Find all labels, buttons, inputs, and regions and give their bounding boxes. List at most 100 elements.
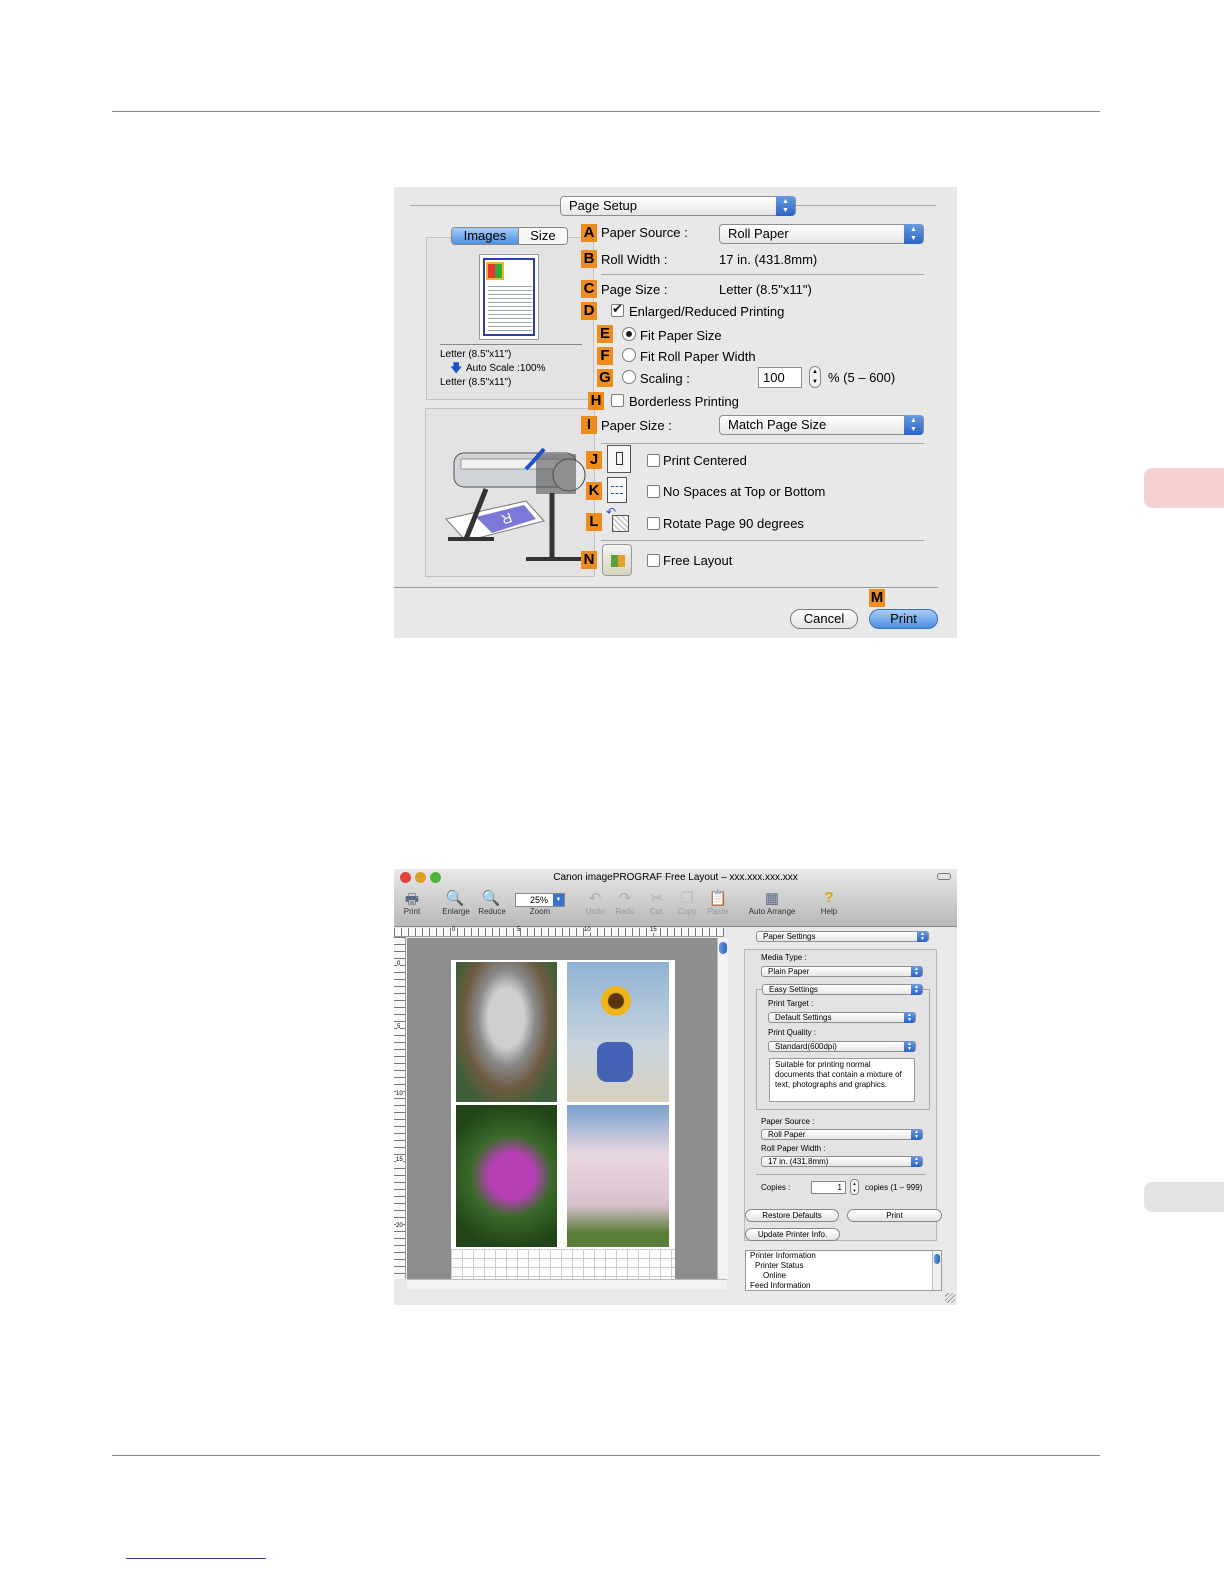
marker-i: I <box>581 416 597 434</box>
free-layout-checkbox[interactable] <box>647 554 660 567</box>
scaling-stepper[interactable]: ▲ ▼ <box>809 366 821 388</box>
no-spaces-checkbox[interactable] <box>647 485 660 498</box>
cancel-button[interactable]: Cancel <box>790 609 858 629</box>
photo-koala[interactable] <box>456 962 557 1102</box>
toolbar-help[interactable]: Help <box>813 907 845 916</box>
page-size-value: Letter (8.5"x11") <box>719 282 812 297</box>
cut-icon[interactable]: ✂ <box>646 889 668 907</box>
copies-range: copies (1 – 999) <box>865 1183 923 1192</box>
tab-size[interactable]: Size <box>518 228 567 244</box>
toolbar-cut[interactable]: Cut <box>640 907 672 916</box>
tab-images[interactable]: Images <box>452 228 519 244</box>
preview-output-line: Letter (8.5"x11") <box>440 377 512 388</box>
scaling-radio[interactable] <box>622 370 636 384</box>
paper-size-select[interactable]: Match Page Size ▲ ▼ <box>719 415 924 435</box>
zoom-dropdown-icon[interactable]: ▼ <box>553 894 564 906</box>
paper-size-select-value: Match Page Size <box>728 417 827 432</box>
print-centered-checkbox[interactable] <box>647 454 660 467</box>
ruler-tick-15: 15 <box>650 927 657 933</box>
info-line: Feed Information <box>750 1281 811 1290</box>
chapter-tab[interactable] <box>1144 468 1224 508</box>
marker-c: C <box>581 280 597 298</box>
free-layout-icon <box>602 544 632 576</box>
photo-flower[interactable] <box>456 1105 557 1247</box>
toolbar-toggle-icon[interactable] <box>937 873 951 880</box>
paste-icon[interactable]: 📋 <box>707 889 729 907</box>
fit-paper-radio[interactable] <box>622 327 636 341</box>
copies-stepper[interactable]: ▲ ▼ <box>850 1179 859 1195</box>
copies-label: Copies : <box>761 1183 791 1192</box>
print-quality-label: Print Quality : <box>768 1028 817 1037</box>
scaling-input[interactable]: 100 <box>758 367 802 388</box>
copy-icon[interactable]: ❐ <box>676 889 698 907</box>
copies-input[interactable]: 1 <box>811 1181 846 1194</box>
marker-e: E <box>597 325 613 343</box>
print-icon[interactable]: 🖶 <box>401 889 423 908</box>
enlarged-checkbox[interactable] <box>611 301 624 317</box>
redo-icon[interactable]: ↷ <box>614 889 636 907</box>
resize-grip-icon[interactable] <box>945 1293 955 1303</box>
print-target-value: Default Settings <box>775 1013 832 1022</box>
marker-g: G <box>597 369 613 387</box>
print-button[interactable]: Print <box>869 609 938 629</box>
horizontal-ruler <box>394 928 724 937</box>
index-tab[interactable] <box>1144 1182 1224 1212</box>
info-scrollbar[interactable] <box>932 1251 941 1290</box>
footer-link[interactable] <box>126 1558 266 1559</box>
undo-icon[interactable]: ↶ <box>584 889 606 907</box>
print-quality-value: Standard(600dpi) <box>775 1042 837 1051</box>
preview-tabs[interactable]: Images Size <box>451 227 568 245</box>
roll-paper-width-label: Roll Paper Width : <box>761 1144 826 1153</box>
scaling-label: Scaling : <box>640 371 690 386</box>
enlarge-icon[interactable]: 🔍 <box>444 889 466 907</box>
toolbar-redo[interactable]: Redo <box>609 907 641 916</box>
fit-paper-label: Fit Paper Size <box>640 328 722 343</box>
printer-info-list: Printer Information Printer Status Onlin… <box>745 1250 942 1291</box>
easy-settings-select[interactable]: Easy Settings ▲ ▼ <box>762 984 923 995</box>
rotate-checkbox[interactable] <box>647 517 660 530</box>
toolbar-print[interactable]: Print <box>396 907 428 916</box>
toolbar-copy[interactable]: Copy <box>671 907 703 916</box>
help-icon[interactable]: ? <box>818 889 840 907</box>
auto-arrange-icon[interactable]: ▦ <box>761 889 783 907</box>
window-title: Canon imagePROGRAF Free Layout – xxx.xxx… <box>553 872 798 883</box>
print-target-select[interactable]: Default Settings ▲ ▼ <box>768 1012 916 1023</box>
panel-select[interactable]: Paper Settings ▲ ▼ <box>756 931 929 942</box>
canvas-horizontal-scrollbar[interactable] <box>407 1279 727 1289</box>
roll-paper-width-select[interactable]: 17 in. (431.8mm) ▲ ▼ <box>761 1156 923 1167</box>
toolbar-zoom[interactable]: Zoom <box>524 907 556 916</box>
fit-roll-radio[interactable] <box>622 348 636 362</box>
print-button-2[interactable]: Print <box>847 1209 942 1222</box>
marker-m: M <box>869 589 885 607</box>
up-down-arrows-icon: ▲ ▼ <box>917 931 928 942</box>
print-quality-select[interactable]: Standard(600dpi) ▲ ▼ <box>768 1041 916 1052</box>
page-size-label: Page Size : <box>601 282 668 297</box>
toolbar-reduce[interactable]: Reduce <box>476 907 508 916</box>
photo-sunflower[interactable] <box>567 962 669 1102</box>
paper-source-select-value: Roll Paper <box>728 226 789 241</box>
media-type-select[interactable]: Plain Paper ▲ ▼ <box>761 966 923 977</box>
zoom-value: 25% <box>529 895 548 905</box>
reduce-icon[interactable]: 🔍 <box>480 889 502 907</box>
photo-cherry-tree[interactable] <box>567 1105 669 1247</box>
up-down-arrows-icon: ▲ ▼ <box>911 1129 922 1140</box>
vruler-tick-5: 5 <box>397 1024 401 1030</box>
toolbar-enlarge[interactable]: Enlarge <box>440 907 472 916</box>
paper-source-select[interactable]: Roll Paper ▲ ▼ <box>719 224 924 244</box>
restore-defaults-button[interactable]: Restore Defaults <box>745 1209 839 1222</box>
page-setup-select-label: Page Setup <box>569 198 637 213</box>
page-setup-select[interactable]: Page Setup ▲ ▼ <box>560 196 796 216</box>
toolbar-paste[interactable]: Paste <box>702 907 734 916</box>
toolbar-undo[interactable]: Undo <box>579 907 611 916</box>
toolbar-auto-arrange[interactable]: Auto Arrange <box>742 907 802 916</box>
paper-source-select-2[interactable]: Roll Paper ▲ ▼ <box>761 1129 923 1140</box>
media-type-label: Media Type : <box>761 953 807 962</box>
info-line: Printer Status <box>755 1261 804 1270</box>
borderless-checkbox[interactable] <box>611 394 624 407</box>
canvas-vertical-scrollbar[interactable] <box>717 938 728 1279</box>
up-down-arrows-icon: ▲ ▼ <box>911 984 922 995</box>
vruler-tick-10: 10 <box>396 1091 403 1097</box>
info-line: Printer Information <box>750 1251 816 1260</box>
update-printer-info-button[interactable]: Update Printer Info. <box>745 1228 840 1241</box>
thumbnail-image-icon <box>486 262 504 280</box>
